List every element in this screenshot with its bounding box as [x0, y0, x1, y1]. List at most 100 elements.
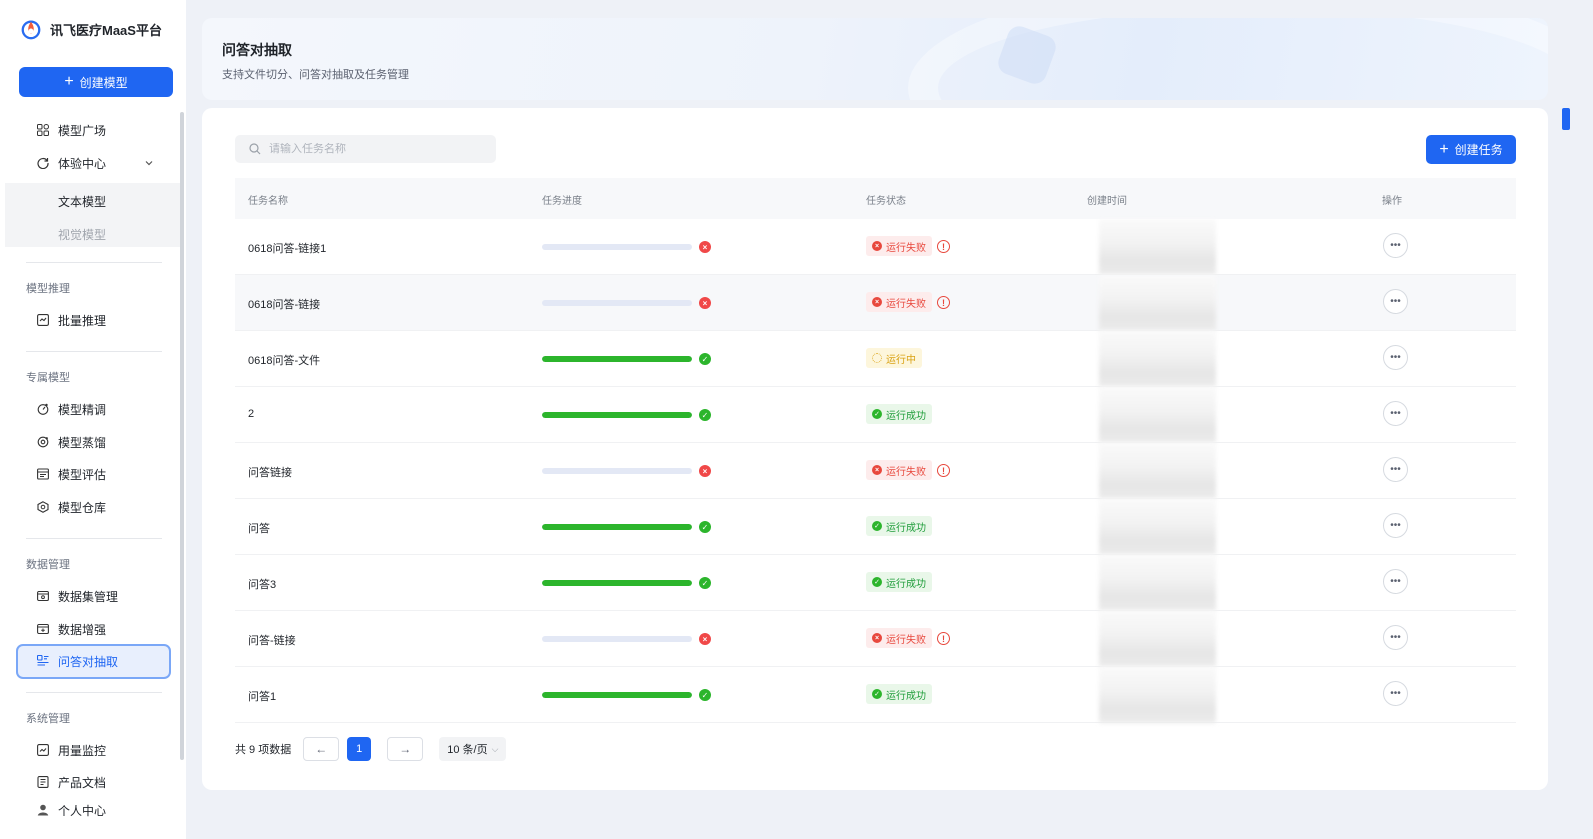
error-icon: ×	[699, 633, 711, 645]
progress-bar	[542, 524, 692, 530]
search-input[interactable]	[269, 143, 489, 155]
ellipsis-icon: •••	[1390, 632, 1401, 643]
create-model-button[interactable]: + 创建模型	[19, 67, 173, 97]
sidebar-item-label: 模型评估	[58, 467, 107, 482]
progress-bar	[542, 636, 692, 642]
sidebar-item-augment[interactable]: 数据增强	[36, 617, 166, 641]
arrow-right-icon: →	[399, 742, 412, 756]
status-badge: ✓ 运行成功	[866, 404, 932, 424]
more-actions-button[interactable]: •••	[1383, 569, 1408, 594]
table-body: 0618问答-链接1 × × 运行失败 ! ••• 0618问答-链接 × × …	[235, 219, 1516, 723]
chevron-down-icon[interactable]	[144, 158, 154, 168]
progress-fill	[542, 580, 692, 586]
status-label: 运行失败	[886, 242, 926, 254]
table-row[interactable]: 0618问答-链接 × × 运行失败 ! •••	[235, 275, 1516, 331]
pagination-total: 共 9 项数据	[235, 744, 292, 756]
more-actions-button[interactable]: •••	[1383, 457, 1408, 482]
progress-bar	[542, 300, 692, 306]
augment-icon	[36, 622, 50, 636]
more-actions-button[interactable]: •••	[1383, 289, 1408, 314]
check-circle-icon: ✓	[872, 689, 882, 699]
user-icon	[36, 803, 50, 817]
info-icon[interactable]: !	[937, 296, 950, 309]
error-icon: ×	[872, 465, 882, 475]
pagination: 共 9 项数据 ← 1 → 10 条/页 ⌵	[235, 737, 507, 761]
check-circle-icon: ✓	[872, 521, 882, 531]
created-time-redacted	[1099, 275, 1216, 331]
check-circle-icon: ✓	[699, 577, 711, 589]
qa-extract-icon	[36, 654, 50, 668]
more-actions-button[interactable]: •••	[1383, 681, 1408, 706]
evaluate-icon	[36, 467, 50, 481]
table-row[interactable]: 问答 ✓ ✓ 运行成功 •••	[235, 499, 1516, 555]
sidebar-item-model-square[interactable]: 模型广场	[36, 118, 166, 142]
check-circle-icon: ✓	[699, 409, 711, 421]
table-row[interactable]: 0618问答-链接1 × × 运行失败 ! •••	[235, 219, 1516, 275]
table-row[interactable]: 0618问答-文件 ✓ 运行中 •••	[235, 331, 1516, 387]
created-time-redacted	[1099, 499, 1216, 555]
sidebar-subitem-text-model[interactable]: 文本模型	[58, 193, 106, 210]
sidebar-item-warehouse[interactable]: 模型仓库	[36, 495, 166, 519]
error-icon: ×	[699, 465, 711, 477]
page-title: 问答对抽取	[222, 42, 292, 58]
dataset-icon	[36, 589, 50, 603]
info-icon[interactable]: !	[937, 632, 950, 645]
ellipsis-icon: •••	[1390, 520, 1401, 531]
search-box[interactable]	[235, 135, 496, 163]
sidebar-item-label: 数据集管理	[58, 589, 119, 604]
task-name: 问答链接	[248, 467, 292, 479]
sidebar-subitem-vision-model[interactable]: 视觉模型	[58, 226, 106, 243]
sidebar-item-product-docs[interactable]: 产品文档	[36, 770, 166, 794]
table-row[interactable]: 问答-链接 × × 运行失败 ! •••	[235, 611, 1516, 667]
more-actions-button[interactable]: •••	[1383, 345, 1408, 370]
sidebar-item-batch-inference[interactable]: 批量推理	[36, 308, 166, 332]
next-page-button[interactable]: →	[387, 737, 424, 761]
sidebar-item-personal-center[interactable]: 个人中心	[36, 798, 166, 822]
sidebar-item-dataset[interactable]: 数据集管理	[36, 584, 166, 608]
sidebar-item-label: 产品文档	[58, 775, 107, 790]
brand-name: 讯飞医疗MaaS平台	[50, 22, 162, 38]
ellipsis-icon: •••	[1390, 296, 1401, 307]
status-label: 运行成功	[886, 410, 926, 422]
check-circle-icon: ✓	[699, 689, 711, 701]
tune-icon	[36, 402, 50, 416]
column-header-actions: 操作	[1382, 196, 1402, 207]
page-size-select[interactable]: 10 条/页 ⌵	[439, 737, 507, 761]
info-icon[interactable]: !	[937, 464, 950, 477]
table-header: 任务名称 任务进度 任务状态 创建时间 操作	[235, 178, 1516, 219]
created-time-redacted	[1099, 667, 1216, 723]
sidebar-scrollbar[interactable]	[180, 112, 184, 760]
sidebar-item-usage-monitor[interactable]: 用量监控	[36, 738, 166, 762]
sidebar-item-fine-tune[interactable]: 模型精调	[36, 397, 166, 421]
warehouse-icon	[36, 500, 50, 514]
task-name: 问答-链接	[248, 635, 296, 647]
create-task-button[interactable]: + 创建任务	[1426, 135, 1516, 164]
table-row[interactable]: 问答3 ✓ ✓ 运行成功 •••	[235, 555, 1516, 611]
edge-tab[interactable]	[1562, 108, 1570, 130]
plus-icon: +	[64, 73, 74, 90]
sidebar-item-label: 体验中心	[58, 156, 107, 171]
batch-icon	[36, 313, 50, 327]
current-page-button[interactable]: 1	[347, 737, 372, 761]
status-badge: 运行中	[866, 348, 922, 368]
sidebar-item-evaluate[interactable]: 模型评估	[36, 462, 166, 486]
table-row[interactable]: 问答链接 × × 运行失败 ! •••	[235, 443, 1516, 499]
status-label: 运行成功	[886, 522, 926, 534]
sidebar-item-qa-extract[interactable]: 问答对抽取	[36, 649, 166, 673]
task-name: 问答	[248, 523, 270, 535]
sidebar-item-distill[interactable]: 模型蒸馏	[36, 430, 166, 454]
more-actions-button[interactable]: •••	[1383, 401, 1408, 426]
progress-bar	[542, 580, 692, 586]
info-icon[interactable]: !	[937, 240, 950, 253]
divider	[26, 692, 162, 693]
table-row[interactable]: 问答1 ✓ ✓ 运行成功 •••	[235, 667, 1516, 723]
status-badge: ✓ 运行成功	[866, 684, 932, 704]
more-actions-button[interactable]: •••	[1383, 513, 1408, 538]
brand[interactable]: 讯飞医疗MaaS平台	[20, 18, 162, 40]
prev-page-button[interactable]: ←	[303, 737, 340, 761]
more-actions-button[interactable]: •••	[1383, 233, 1408, 258]
monitor-icon	[36, 743, 50, 757]
more-actions-button[interactable]: •••	[1383, 625, 1408, 650]
search-icon	[249, 143, 261, 155]
table-row[interactable]: 2 ✓ ✓ 运行成功 •••	[235, 387, 1516, 443]
